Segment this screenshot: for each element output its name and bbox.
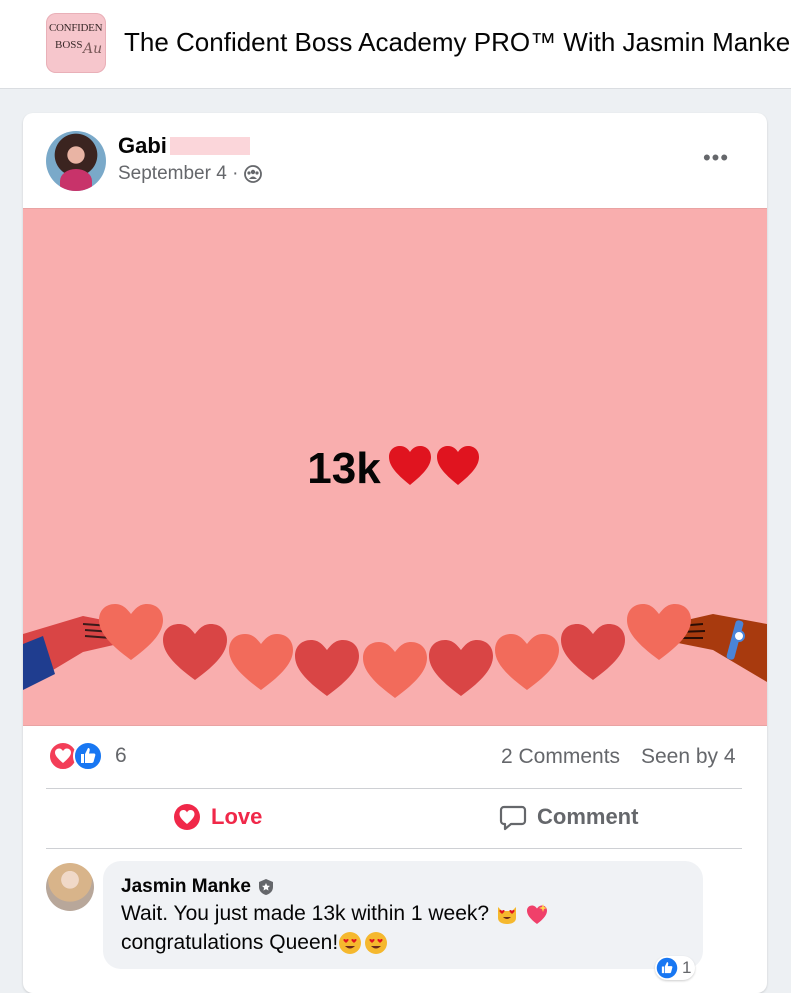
commenter-name[interactable]: Jasmin Manke (121, 876, 251, 898)
love-button[interactable]: Love (173, 803, 262, 831)
group-icon (244, 165, 263, 183)
more-options-button[interactable]: ••• (701, 143, 731, 173)
comment-like-badge[interactable]: 1 (655, 956, 696, 980)
comment-text: Wait. You just made 13k within 1 week? c… (121, 899, 681, 957)
post-image[interactable]: 13k (23, 208, 767, 726)
post-date[interactable]: September 4 · (118, 163, 238, 185)
like-reaction-icon (73, 741, 103, 771)
group-header: CONFIDEN BOSS Au The Confident Boss Acad… (0, 0, 791, 89)
comments-count[interactable]: 2 Comments (501, 745, 620, 769)
seen-by[interactable]: Seen by 4 (641, 745, 736, 769)
comment-icon (499, 805, 527, 831)
comment-line1: Wait. You just made 13k within 1 week? (121, 902, 490, 925)
love-label: Love (211, 804, 263, 829)
commenter-name-row: Jasmin Manke (121, 876, 275, 898)
commenter-avatar[interactable] (46, 863, 94, 911)
name-redaction (170, 137, 250, 155)
hearts-emoji-icon (387, 443, 483, 500)
stats-divider (46, 788, 742, 789)
love-icon (174, 804, 200, 830)
post-image-text: 13k (23, 443, 767, 500)
like-reaction-icon-small (656, 957, 678, 979)
reaction-count[interactable]: 6 (115, 744, 127, 768)
reaction-icons[interactable] (48, 741, 103, 771)
sparkling-heart-emoji-icon (526, 904, 547, 925)
heart-eyes-emoji-icon-2 (365, 932, 388, 955)
logo-script-text: Au (83, 41, 103, 57)
comment-bubble: Jasmin Manke Wait. You just made 13k wit… (103, 861, 703, 969)
comment-line2: congratulations Queen! (121, 931, 339, 954)
poster-name[interactable]: Gabi (118, 133, 167, 159)
actions-divider (46, 848, 742, 849)
more-icon: ••• (702, 145, 730, 170)
hearts-garland-illustration (23, 604, 767, 698)
logo-text-line1: CONFIDEN (49, 22, 103, 34)
group-title[interactable]: The Confident Boss Academy PRO™ With Jas… (124, 27, 790, 58)
comment-label: Comment (537, 804, 639, 829)
logo-text-line2: BOSS (55, 39, 83, 51)
post-card: Gabi September 4 · ••• 13k 6 2 Comments … (23, 113, 767, 993)
comment-button[interactable]: Comment (499, 803, 638, 831)
admin-shield-icon[interactable] (257, 878, 275, 896)
comment-like-count: 1 (682, 958, 692, 977)
post-meta: September 4 · (118, 163, 263, 185)
poster-avatar[interactable] (46, 131, 106, 191)
group-logo[interactable]: CONFIDEN BOSS Au (46, 13, 106, 73)
post-headline: 13k (307, 444, 381, 494)
heart-eyes-emoji-icon (339, 932, 362, 955)
heart-eyes-cat-emoji-icon (497, 907, 516, 925)
